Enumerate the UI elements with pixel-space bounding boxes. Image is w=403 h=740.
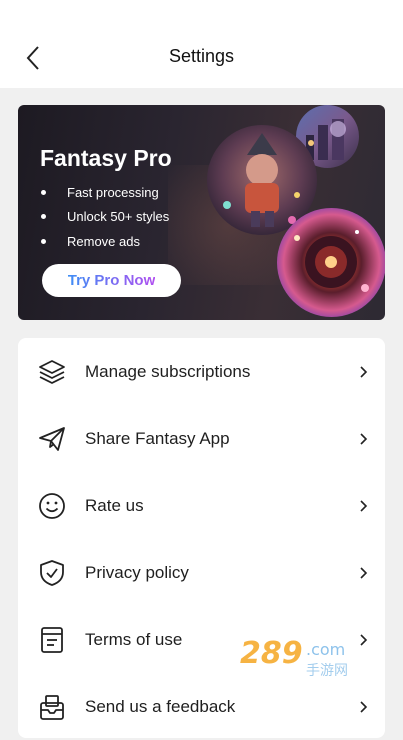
pro-promo-banner[interactable]: Fantasy Pro Fast processing Unlock 50+ s…: [18, 105, 385, 320]
menu-item-share-app[interactable]: Share Fantasy App: [18, 405, 385, 472]
menu-item-label: Manage subscriptions: [85, 361, 251, 381]
svg-text:手游网: 手游网: [306, 663, 348, 679]
feature-label: Fast processing: [67, 184, 159, 200]
menu-item-label: Terms of use: [85, 629, 183, 649]
shield-check-icon: [40, 559, 64, 586]
bullet-icon: [41, 189, 46, 195]
menu-item-send-feedback[interactable]: Send us a feedback: [18, 673, 385, 740]
layers-icon: [39, 359, 65, 384]
chevron-right-icon: [360, 499, 368, 512]
feature-item: Fast processing: [40, 180, 169, 205]
banner-title: Fantasy Pro: [40, 145, 172, 171]
try-pro-button[interactable]: Try Pro Now: [42, 264, 181, 297]
feature-item: Remove ads: [40, 229, 169, 254]
page-title: Settings: [168, 46, 235, 66]
chevron-right-icon: [360, 700, 368, 713]
menu-item-label: Share Fantasy App: [85, 428, 230, 448]
top-bar: Settings: [0, 0, 403, 88]
menu-item-manage-subscriptions[interactable]: Manage subscriptions: [18, 338, 385, 405]
svg-text:.com: .com: [306, 640, 345, 659]
bullet-icon: [41, 238, 46, 244]
site-watermark-logo: 289 .com 手游网: [238, 633, 380, 681]
svg-text:289: 289: [240, 636, 303, 671]
paper-plane-icon: [39, 426, 65, 451]
menu-item-rate-us[interactable]: Rate us: [18, 472, 385, 539]
chevron-right-icon: [360, 432, 368, 445]
menu-item-label: Send us a feedback: [85, 696, 236, 716]
feature-list: Fast processing Unlock 50+ styles Remove…: [40, 180, 169, 254]
chevron-right-icon: [360, 365, 368, 378]
menu-item-label: Rate us: [85, 495, 144, 515]
try-pro-label: Try Pro Now: [67, 272, 156, 289]
feature-label: Remove ads: [67, 233, 140, 249]
feature-item: Unlock 50+ styles: [40, 205, 169, 230]
smiley-icon: [39, 492, 65, 519]
chevron-right-icon: [360, 566, 368, 579]
cosmic-orb-artwork: [277, 208, 385, 317]
menu-item-label: Privacy policy: [85, 562, 189, 582]
menu-item-privacy-policy[interactable]: Privacy policy: [18, 539, 385, 606]
document-icon: [41, 626, 63, 653]
feature-label: Unlock 50+ styles: [67, 209, 170, 225]
bullet-icon: [41, 214, 46, 220]
mail-tray-icon: [40, 694, 64, 720]
